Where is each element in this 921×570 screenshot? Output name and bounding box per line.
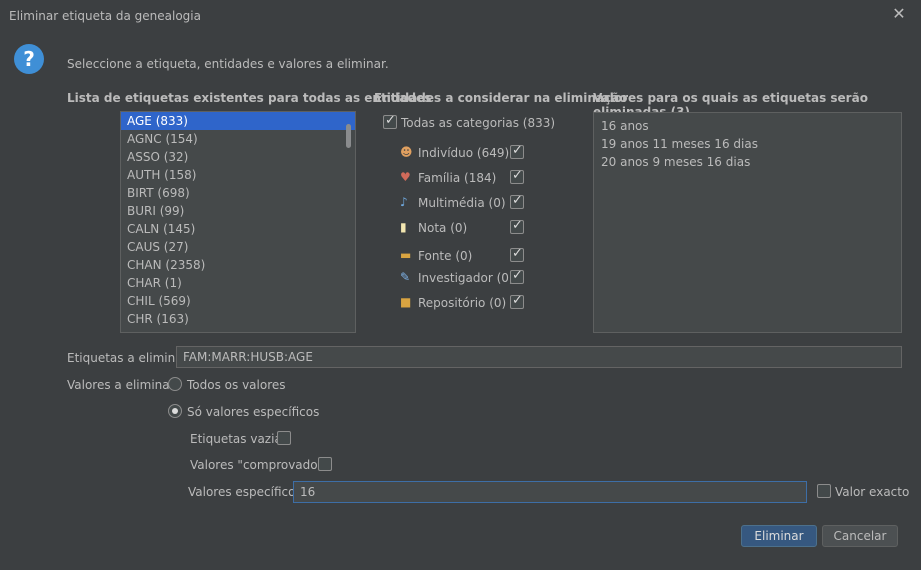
entity-label: Fonte (0) [418,249,473,263]
all-values-radio[interactable] [168,377,182,394]
window-title: Eliminar etiqueta da genealogia [9,9,201,23]
family-icon: ♥ [400,170,411,184]
note-icon: ▮ [400,220,407,234]
entity-checkbox[interactable] [510,193,524,209]
proven-values-checkbox[interactable] [318,457,332,474]
list-item[interactable]: AGNC (154) [121,130,355,148]
entity-label: Repositório (0) [418,296,507,310]
values-list[interactable]: 16 anos 19 anos 11 meses 16 dias 20 anos… [593,112,902,333]
checkbox[interactable] [318,457,332,471]
values-to-delete-label: Valores a eliminar [67,378,175,392]
checkbox[interactable] [383,113,397,129]
instruction-text: Seleccione a etiqueta, entidades e valor… [67,57,389,71]
entity-checkbox[interactable] [510,143,524,159]
specific-values-radio-label: Só valores específicos [187,405,320,419]
list-item[interactable]: 16 anos [601,117,901,135]
list-item[interactable]: CAUS (27) [121,238,355,256]
checkbox[interactable] [817,484,831,498]
list-item[interactable]: CHAN (2358) [121,256,355,274]
researcher-icon: ✎ [400,270,411,284]
close-icon[interactable]: ✕ [890,5,908,23]
list-item[interactable]: 19 anos 11 meses 16 dias [601,135,901,153]
tags-list-scrollbar[interactable] [346,124,351,148]
proven-values-label: Valores "comprovados" [190,458,330,472]
cancel-button[interactable]: Cancelar [822,525,898,547]
specific-values-label: Valores específicos [188,485,302,499]
all-values-label: Todos os valores [187,378,286,392]
empty-tags-checkbox[interactable] [277,431,291,448]
tags-list[interactable]: AGE (833) AGNC (154) ASSO (32) AUTH (158… [120,111,356,333]
radio[interactable] [168,404,182,418]
checkbox[interactable] [277,431,291,445]
empty-tags-label: Etiquetas vazias [190,432,289,446]
all-categories-label: Todas as categorias (833) [401,116,556,130]
question-icon: ? [14,44,44,74]
entity-label: Nota (0) [418,221,468,235]
list-item[interactable]: AUTH (158) [121,166,355,184]
list-item[interactable]: CHIL (569) [121,292,355,310]
entity-label: Multimédia (0) [418,196,506,210]
list-item[interactable]: 20 anos 9 meses 16 dias [601,153,901,171]
entity-label: Indivíduo (649) [418,146,510,160]
entity-label: Investigador (0) [418,271,514,285]
source-icon: ▬ [400,248,412,262]
entity-checkbox[interactable] [510,168,524,184]
list-item[interactable]: BIRT (698) [121,184,355,202]
entity-checkbox[interactable] [510,268,524,284]
repository-icon: ■ [400,295,412,309]
all-categories-checkbox[interactable] [383,113,397,132]
entity-checkbox[interactable] [510,218,524,234]
radio[interactable] [168,377,182,391]
specific-values-input[interactable]: 16 [293,481,807,503]
entities-header: Entidades a considerar na eliminação [374,91,628,105]
exact-value-checkbox[interactable] [817,484,831,501]
list-item[interactable]: CALN (145) [121,220,355,238]
list-item[interactable]: CHAR (1) [121,274,355,292]
person-icon: ☻ [400,145,413,159]
entity-label: Família (184) [418,171,497,185]
tags-to-delete-field[interactable]: FAM:MARR:HUSB:AGE [176,346,902,368]
list-item[interactable]: BURI (99) [121,202,355,220]
delete-button[interactable]: Eliminar [741,525,817,547]
entity-checkbox[interactable] [510,246,524,262]
list-item[interactable]: ASSO (32) [121,148,355,166]
list-item[interactable]: CHR (163) [121,310,355,328]
specific-values-radio[interactable] [168,404,182,421]
tags-to-delete-label: Etiquetas a eliminar [67,351,188,365]
media-icon: ♪ [400,195,408,209]
exact-value-label: Valor exacto [835,485,910,499]
list-item[interactable]: AGE (833) [121,112,355,130]
entity-checkbox[interactable] [510,293,524,309]
